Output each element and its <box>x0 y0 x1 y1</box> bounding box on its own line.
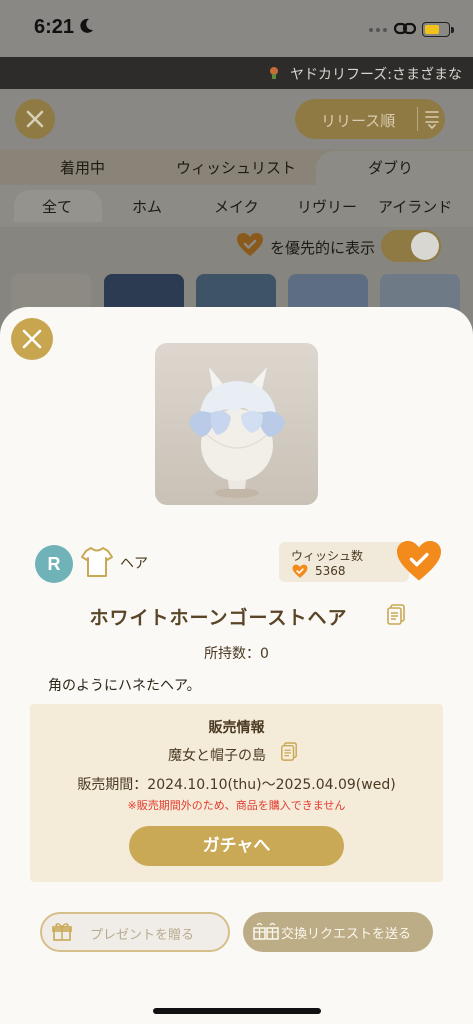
ticker-bird-icon <box>270 67 278 79</box>
tab-wearing[interactable]: 着用中 <box>60 157 105 178</box>
battery-tip <box>451 27 454 33</box>
category-livly[interactable]: リヴリー <box>297 196 357 217</box>
toggle-knob <box>411 232 439 260</box>
category-all[interactable]: 全て <box>42 196 72 217</box>
tab-wishlist[interactable]: ウィッシュリスト <box>176 157 296 178</box>
sort-divider <box>417 107 418 131</box>
close-icon <box>26 110 44 128</box>
item-preview-image <box>155 343 318 505</box>
modal-close-button[interactable] <box>11 318 53 360</box>
priority-label: を優先的に表示 <box>270 239 376 257</box>
heart-icon <box>292 564 308 578</box>
item-category: ヘア <box>120 556 148 572</box>
document-icon[interactable] <box>386 604 406 626</box>
shirt-icon <box>81 547 113 577</box>
send-gift-button[interactable]: プレゼントを贈る <box>40 912 230 952</box>
wishlist-heart-button[interactable] <box>394 539 444 583</box>
moon-icon <box>80 18 93 33</box>
news-ticker: ヤドカリフーズ:さまざまな <box>0 57 473 89</box>
back-close-button[interactable] <box>15 99 55 139</box>
ticker-text: ヤドカリフーズ:さまざまな <box>290 67 463 83</box>
signal-dots-icon <box>369 28 387 32</box>
gift-label: プレゼントを贈る <box>90 928 195 943</box>
wish-label: ウィッシュ数 <box>291 549 364 563</box>
sale-period: 販売期間：2024.10.10(thu)〜2025.04.09(wed) <box>77 777 396 793</box>
wish-count: 5368 <box>315 564 346 578</box>
status-time: 6:21 <box>34 16 75 38</box>
wish-count-box: ウィッシュ数 5368 <box>279 542 409 582</box>
category-makeup[interactable]: メイク <box>214 196 259 217</box>
tab-duplicates[interactable]: ダブり <box>368 157 413 178</box>
gift-icon <box>52 923 72 941</box>
sort-arrow-icon <box>425 111 439 129</box>
priority-toggle[interactable] <box>381 230 441 262</box>
ghost-hair-illustration <box>189 367 285 498</box>
rarity-badge: R <box>35 545 73 583</box>
gacha-name: 魔女と帽子の島 <box>168 748 266 764</box>
go-to-gacha-button[interactable]: ガチャへ <box>129 826 344 866</box>
category-homu[interactable]: ホム <box>132 196 162 217</box>
status-bar: 6:21 <box>0 0 473 57</box>
sale-warning: ※販売期間外のため、商品を購入できません <box>127 799 346 812</box>
send-exchange-request-button[interactable]: 交換リクエストを送る <box>243 912 433 952</box>
item-description: 角のようにハネたヘア。 <box>48 678 201 694</box>
document-icon[interactable] <box>280 742 298 762</box>
sale-info-title: 販売情報 <box>208 720 265 736</box>
link-icon <box>394 22 416 35</box>
battery-icon <box>422 22 450 37</box>
home-indicator[interactable] <box>153 1008 321 1014</box>
exchange-label: 交換リクエストを送る <box>281 927 412 942</box>
sort-dropdown[interactable]: リリース順 <box>295 99 445 139</box>
exchange-gift-icon <box>253 922 279 940</box>
close-icon <box>22 329 42 349</box>
owned-count: 所持数：0 <box>204 646 269 662</box>
sort-label: リリース順 <box>321 112 396 130</box>
category-island[interactable]: アイランド <box>378 196 452 217</box>
heart-icon <box>237 233 263 256</box>
